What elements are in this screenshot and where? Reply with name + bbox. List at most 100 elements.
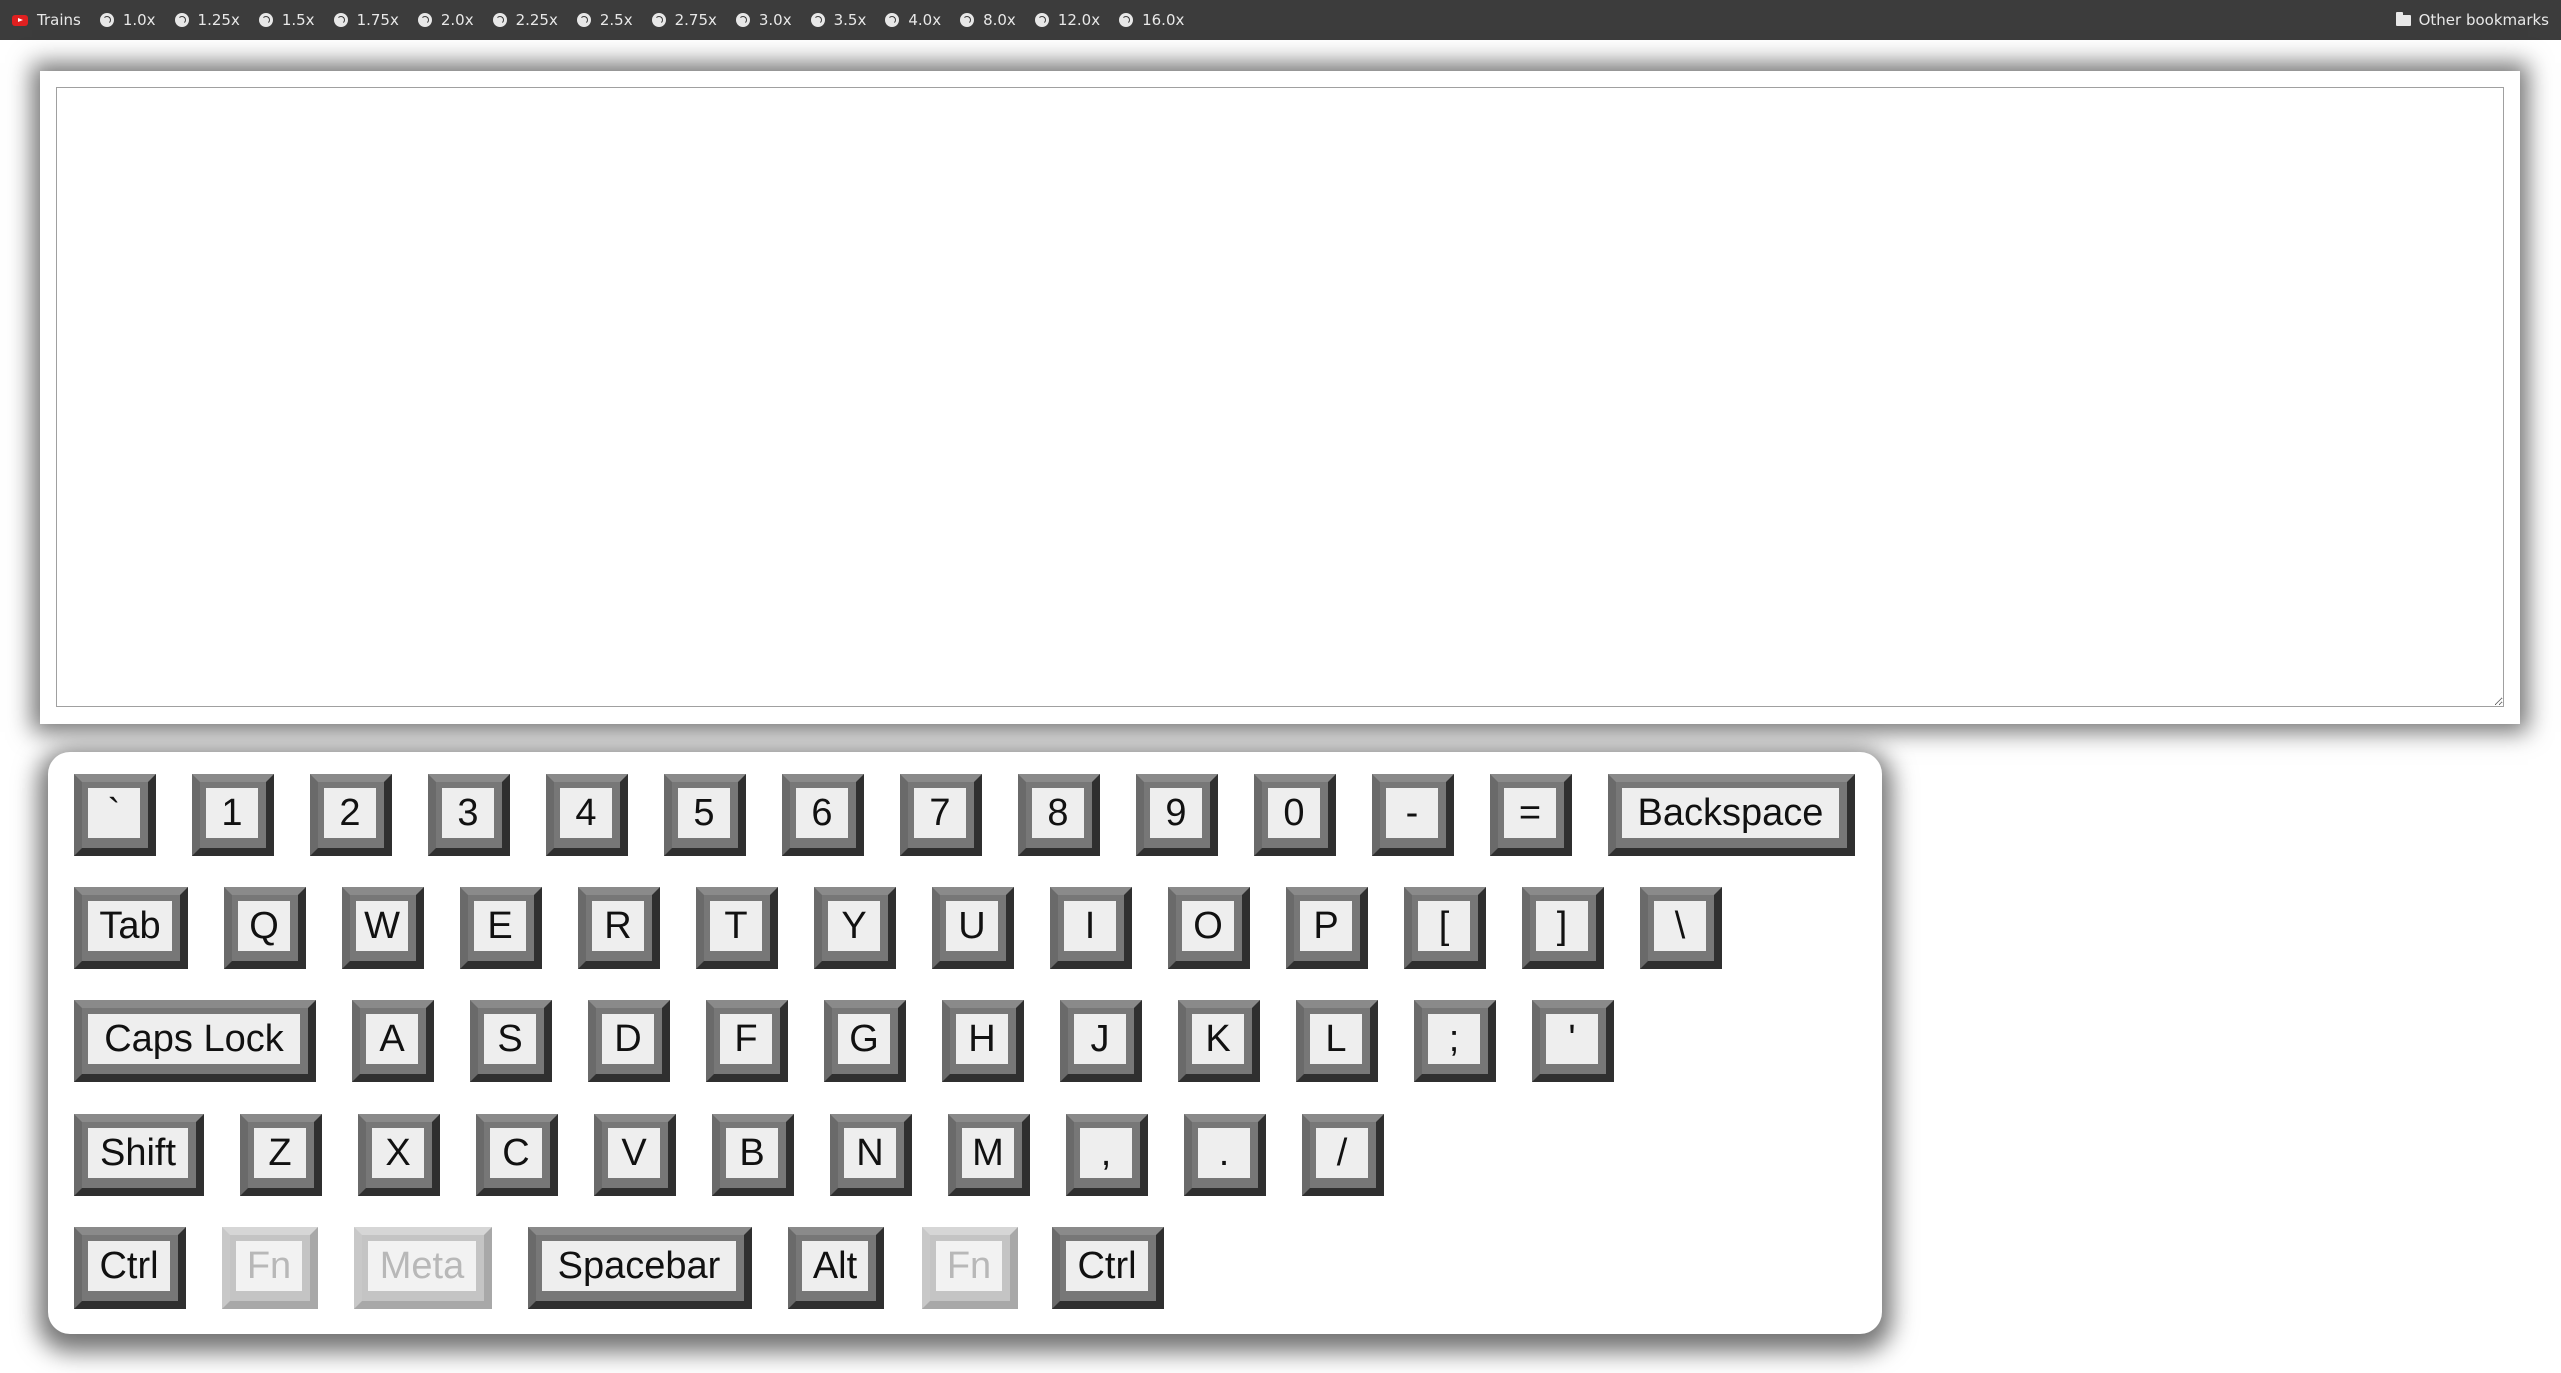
key-slash[interactable]: /: [1302, 1114, 1384, 1196]
bookmark-zoom-12-0x[interactable]: 12.0x: [1034, 5, 1100, 35]
key-label: Shift: [88, 1128, 188, 1178]
key-spacebar[interactable]: Spacebar: [528, 1227, 752, 1309]
key-e[interactable]: E: [460, 887, 542, 969]
folder-icon: [2395, 11, 2411, 26]
bookmark-zoom-8-0x[interactable]: 8.0x: [960, 5, 1016, 35]
key-label: 6: [796, 788, 848, 838]
key-f[interactable]: F: [706, 1000, 788, 1082]
key-period[interactable]: .: [1184, 1114, 1266, 1196]
globe-icon: [960, 13, 975, 27]
key-right-bracket[interactable]: ]: [1522, 887, 1604, 969]
key-label: -: [1386, 788, 1438, 838]
bookmark-zoom-1-75x[interactable]: 1.75x: [333, 5, 399, 35]
key-j[interactable]: J: [1060, 1000, 1142, 1082]
key-7[interactable]: 7: [900, 774, 982, 856]
key-fn: Fn: [922, 1227, 1018, 1309]
key-m[interactable]: M: [948, 1114, 1030, 1196]
key-6[interactable]: 6: [782, 774, 864, 856]
globe-icon: [810, 13, 825, 27]
bookmark-zoom-3-5x[interactable]: 3.5x: [810, 5, 866, 35]
key-q[interactable]: Q: [224, 887, 306, 969]
bookmark-zoom-2-0x[interactable]: 2.0x: [417, 5, 474, 35]
key-label: F: [720, 1014, 772, 1064]
key-9[interactable]: 9: [1136, 774, 1218, 856]
key-semicolon[interactable]: ;: [1414, 1000, 1496, 1082]
key-u[interactable]: U: [932, 887, 1014, 969]
key-b[interactable]: B: [712, 1114, 794, 1196]
key-k[interactable]: K: [1178, 1000, 1260, 1082]
key-label: 2: [324, 788, 376, 838]
key-caps-lock[interactable]: Caps Lock: [74, 1000, 316, 1082]
key-comma[interactable]: ,: [1066, 1114, 1148, 1196]
globe-icon: [885, 13, 900, 27]
youtube-icon: [12, 14, 28, 26]
other-bookmarks[interactable]: Other bookmarks: [2395, 5, 2549, 35]
key-tab[interactable]: Tab: [74, 887, 188, 969]
key-label: Fn: [236, 1241, 302, 1291]
key-label: K: [1192, 1014, 1244, 1064]
text-input-area[interactable]: [56, 87, 2504, 707]
key-label: O: [1182, 901, 1234, 951]
key-label: U: [946, 901, 998, 951]
key-shift[interactable]: Shift: [74, 1114, 204, 1196]
bookmark-zoom-1-0x[interactable]: 1.0x: [99, 5, 156, 35]
key-l[interactable]: L: [1296, 1000, 1378, 1082]
key-equals[interactable]: =: [1490, 774, 1572, 856]
key-i[interactable]: I: [1050, 887, 1132, 969]
key-o[interactable]: O: [1168, 887, 1250, 969]
key-y[interactable]: Y: [814, 887, 896, 969]
bookmark-label: 1.75x: [356, 11, 399, 29]
key-label: R: [592, 901, 644, 951]
key-label: 9: [1150, 788, 1202, 838]
key-d[interactable]: D: [588, 1000, 670, 1082]
key-alt[interactable]: Alt: [788, 1227, 884, 1309]
bookmark-zoom-3-0x[interactable]: 3.0x: [735, 5, 792, 35]
globe-icon: [417, 13, 432, 27]
key-p[interactable]: P: [1286, 887, 1368, 969]
key-3[interactable]: 3: [428, 774, 510, 856]
key-label: \: [1654, 901, 1706, 951]
key-r[interactable]: R: [578, 887, 660, 969]
key-label: Backspace: [1622, 788, 1839, 838]
key-t[interactable]: T: [696, 887, 778, 969]
key-label: H: [956, 1014, 1008, 1064]
key-2[interactable]: 2: [310, 774, 392, 856]
key-label: ;: [1428, 1014, 1480, 1064]
key-g[interactable]: G: [824, 1000, 906, 1082]
bookmark-zoom-1-25x[interactable]: 1.25x: [174, 5, 240, 35]
key-backtick[interactable]: `: [74, 774, 156, 856]
bookmark-zoom-2-75x[interactable]: 2.75x: [651, 5, 717, 35]
key-4[interactable]: 4: [546, 774, 628, 856]
key-h[interactable]: H: [942, 1000, 1024, 1082]
key-minus[interactable]: -: [1372, 774, 1454, 856]
key-backslash[interactable]: \: [1640, 887, 1722, 969]
key-1[interactable]: 1: [192, 774, 274, 856]
key-c[interactable]: C: [476, 1114, 558, 1196]
key-s[interactable]: S: [470, 1000, 552, 1082]
key-label: 0: [1268, 788, 1320, 838]
key-w[interactable]: W: [342, 887, 424, 969]
key-n[interactable]: N: [830, 1114, 912, 1196]
key-z[interactable]: Z: [240, 1114, 322, 1196]
key-8[interactable]: 8: [1018, 774, 1100, 856]
key-ctrl[interactable]: Ctrl: [1052, 1227, 1164, 1309]
key-label: X: [372, 1128, 424, 1178]
key-ctrl[interactable]: Ctrl: [74, 1227, 186, 1309]
key-label: B: [726, 1128, 778, 1178]
key-v[interactable]: V: [594, 1114, 676, 1196]
bookmark-zoom-1-5x[interactable]: 1.5x: [258, 5, 315, 35]
bookmark-zoom-4-0x[interactable]: 4.0x: [885, 5, 941, 35]
key-quote[interactable]: ': [1532, 1000, 1614, 1082]
key-x[interactable]: X: [358, 1114, 440, 1196]
key-label: C: [490, 1128, 542, 1178]
key-backspace[interactable]: Backspace: [1608, 774, 1855, 856]
bookmark-zoom-2-25x[interactable]: 2.25x: [492, 5, 558, 35]
key-0[interactable]: 0: [1254, 774, 1336, 856]
key-5[interactable]: 5: [664, 774, 746, 856]
bookmark-zoom-16-0x[interactable]: 16.0x: [1119, 5, 1184, 35]
key-left-bracket[interactable]: [: [1404, 887, 1486, 969]
bookmark-trains[interactable]: Trains: [12, 5, 81, 35]
key-label: 7: [914, 788, 966, 838]
bookmark-zoom-2-5x[interactable]: 2.5x: [576, 5, 633, 35]
key-a[interactable]: A: [352, 1000, 434, 1082]
